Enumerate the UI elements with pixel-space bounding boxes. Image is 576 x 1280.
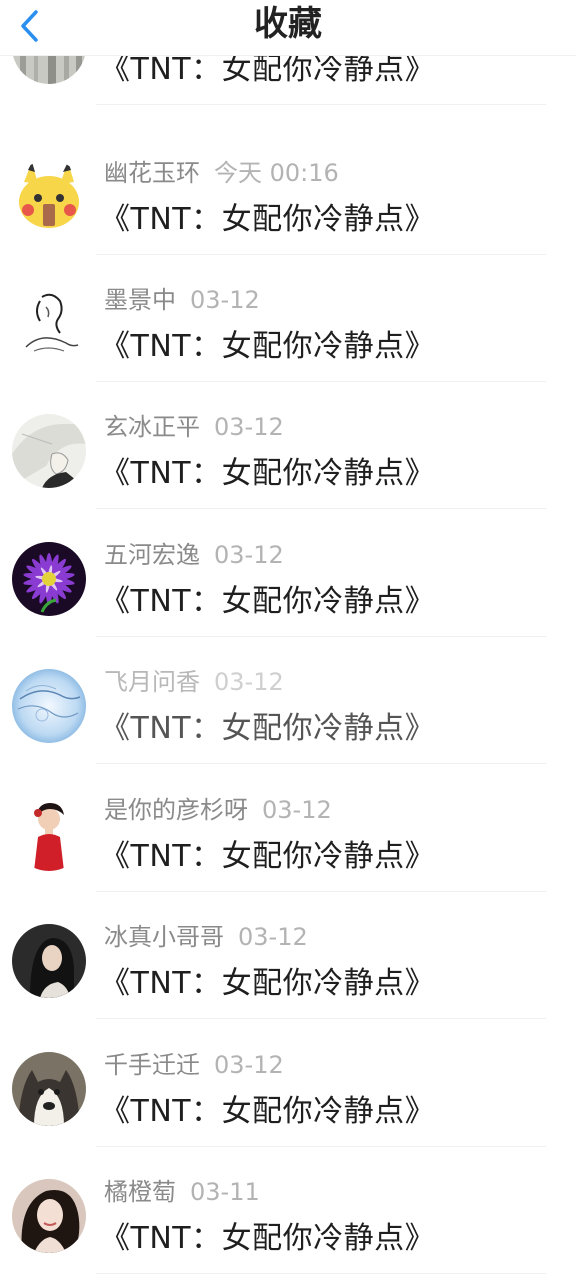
timestamp: 03-11	[190, 1178, 260, 1206]
avatar[interactable]	[12, 1052, 86, 1126]
timestamp: 03-12	[262, 796, 332, 824]
user-name[interactable]: 冰真小哥哥	[104, 923, 224, 951]
avatar[interactable]	[12, 797, 86, 871]
list-item[interactable]: 千手迁迁 03-12 《TNT：女配你冷静点》	[0, 1020, 576, 1147]
item-meta: 飞月问香 03-12	[104, 667, 284, 697]
list-item[interactable]: 墨景中 03-12 《TNT：女配你冷静点》	[0, 255, 576, 382]
avatar[interactable]	[12, 160, 86, 234]
avatar[interactable]	[12, 542, 86, 616]
timestamp: 03-12	[190, 286, 260, 314]
book-title[interactable]: 《TNT：女配你冷静点》	[100, 454, 435, 494]
user-name[interactable]: 千手迁迁	[104, 1051, 200, 1079]
timestamp: 03-12	[214, 1051, 284, 1079]
divider	[96, 104, 546, 105]
book-title[interactable]: 《TNT：女配你冷静点》	[100, 709, 435, 749]
book-title[interactable]: 《TNT：女配你冷静点》	[100, 327, 435, 367]
user-name[interactable]: 幽花玉环	[104, 159, 200, 187]
divider	[96, 508, 546, 509]
timestamp: 03-12	[214, 413, 284, 441]
timestamp: 03-12	[214, 541, 284, 569]
user-name[interactable]: 橘橙萄	[104, 1178, 176, 1206]
timestamp: 今天 00:16	[214, 159, 339, 187]
book-title[interactable]: 《TNT：女配你冷静点》	[100, 200, 435, 240]
book-title[interactable]: 《TNT：女配你冷静点》	[100, 50, 435, 90]
item-meta: 墨景中 03-12	[104, 285, 260, 315]
divider	[96, 763, 546, 764]
item-meta: 幽花玉环 今天 00:16	[104, 158, 339, 188]
list-item[interactable]: 幽花玉环 今天 00:16 《TNT：女配你冷静点》	[0, 128, 576, 255]
book-title[interactable]: 《TNT：女配你冷静点》	[100, 964, 435, 1004]
list-item[interactable]: 五河宏逸 03-12 《TNT：女配你冷静点》	[0, 510, 576, 637]
item-meta: 五河宏逸 03-12	[104, 540, 284, 570]
user-name[interactable]: 飞月问香	[104, 668, 200, 696]
list-item[interactable]: 玄冰正平 03-12 《TNT：女配你冷静点》	[0, 382, 576, 509]
user-name[interactable]: 五河宏逸	[104, 541, 200, 569]
book-title[interactable]: 《TNT：女配你冷静点》	[100, 1092, 435, 1132]
nav-header: 收藏	[0, 0, 576, 56]
item-meta: 玄冰正平 03-12	[104, 412, 284, 442]
page-title: 收藏	[254, 4, 322, 44]
avatar[interactable]	[12, 414, 86, 488]
item-meta: 是你的彦杉呀 03-12	[104, 795, 332, 825]
user-name[interactable]: 是你的彦杉呀	[104, 796, 248, 824]
avatar[interactable]	[12, 669, 86, 743]
list-item[interactable]: 橘橙萄 03-11 《TNT：女配你冷静点》	[0, 1147, 576, 1274]
user-name[interactable]: 墨景中	[104, 286, 176, 314]
list-item[interactable]: 冰真小哥哥 03-12 《TNT：女配你冷静点》	[0, 892, 576, 1019]
divider	[96, 1273, 546, 1274]
avatar[interactable]	[12, 924, 86, 998]
item-meta: 千手迁迁 03-12	[104, 1050, 284, 1080]
avatar[interactable]	[12, 287, 86, 361]
avatar[interactable]	[12, 1179, 86, 1253]
book-title[interactable]: 《TNT：女配你冷静点》	[100, 1219, 435, 1259]
timestamp: 03-12	[214, 668, 284, 696]
item-meta: 冰真小哥哥 03-12	[104, 922, 308, 952]
book-title[interactable]: 《TNT：女配你冷静点》	[100, 582, 435, 622]
timestamp: 03-12	[238, 923, 308, 951]
divider	[96, 1018, 546, 1019]
book-title[interactable]: 《TNT：女配你冷静点》	[100, 837, 435, 877]
list-item[interactable]: 是你的彦杉呀 03-12 《TNT：女配你冷静点》	[0, 765, 576, 892]
user-name[interactable]: 玄冰正平	[104, 413, 200, 441]
list-item[interactable]: 飞月问香 03-12 《TNT：女配你冷静点》	[0, 637, 576, 764]
item-meta: 橘橙萄 03-11	[104, 1177, 260, 1207]
